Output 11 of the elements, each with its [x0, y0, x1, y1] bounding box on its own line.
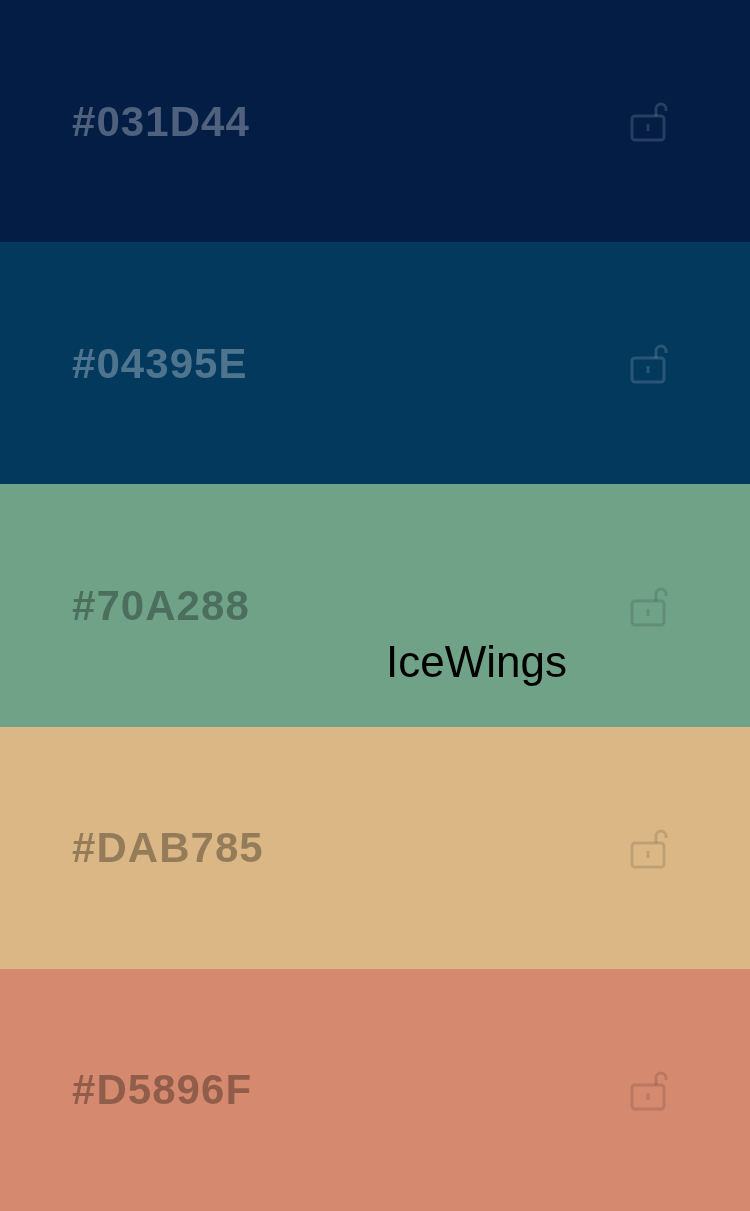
- palette-name: IceWings: [386, 640, 567, 684]
- color-swatch[interactable]: #031D44: [0, 0, 750, 243]
- hex-code[interactable]: #031D44: [72, 89, 250, 153]
- unlocked-lock-icon[interactable]: [630, 342, 670, 385]
- color-swatch[interactable]: #D5896F: [0, 968, 750, 1211]
- color-swatch[interactable]: #04395E: [0, 242, 750, 485]
- hex-code[interactable]: #04395E: [72, 331, 248, 395]
- hex-code[interactable]: #DAB785: [72, 816, 264, 880]
- color-swatch[interactable]: #DAB785: [0, 726, 750, 969]
- unlocked-lock-icon[interactable]: [630, 100, 670, 143]
- hex-code[interactable]: #D5896F: [72, 1058, 253, 1122]
